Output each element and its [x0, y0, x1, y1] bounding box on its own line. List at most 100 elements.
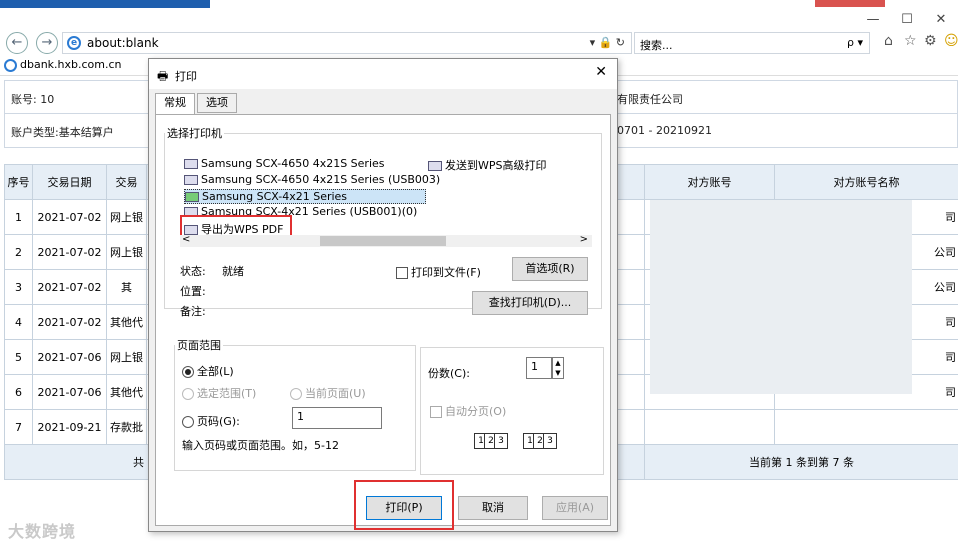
printer-item-selected[interactable]: Samsung SCX-4x21 Series [184, 189, 426, 204]
printer-icon [428, 161, 442, 171]
cell-type: 存款批 [106, 409, 147, 445]
scroll-left-icon[interactable]: < [182, 234, 190, 245]
cell-type: 网上银 [106, 339, 147, 375]
printer-list-scrollbar[interactable]: < > [180, 234, 592, 247]
cell-type: 其 [106, 269, 147, 305]
cell-date: 2021-07-06 [32, 339, 107, 375]
copies-stepper[interactable]: ▲ ▼ [552, 357, 564, 379]
collate-icon: 123 123 [474, 433, 557, 449]
printer-item[interactable]: Samsung SCX-4650 4x21S Series (USB003) [184, 173, 440, 186]
printer-icon: 🖶 [157, 69, 169, 83]
scroll-thumb[interactable] [320, 236, 446, 246]
footer-range: 当前第 1 条到第 7 条 [644, 444, 958, 480]
address-text: about:blank [87, 36, 159, 50]
header-counter-account: 对方账号 [644, 164, 775, 200]
cell-date: 2021-07-06 [32, 374, 107, 410]
company-name: 有限责任公司 [617, 93, 683, 106]
selection-radio[interactable]: 选定范围(T) [182, 385, 256, 401]
cell-counter-name [774, 409, 958, 445]
window-titlebar: — ☐ ✕ [0, 8, 958, 32]
header-type: 交易 [106, 164, 147, 200]
cell-no: 3 [4, 269, 33, 305]
tab-options[interactable]: 选项 [197, 93, 237, 113]
forward-button[interactable]: → [36, 32, 58, 54]
cell-type: 其他代 [106, 374, 147, 410]
address-bar[interactable]: e about:blank ▾ 🔒 ↻ [62, 32, 632, 54]
dialog-titlebar: 🖶 打印 ✕ [149, 59, 617, 89]
back-button[interactable]: ← [6, 32, 28, 54]
date-period: 0701 - 20210921 [617, 124, 712, 137]
copies-label: 份数(C): [428, 367, 470, 380]
cell-no: 6 [4, 374, 33, 410]
cell-date: 2021-07-02 [32, 234, 107, 270]
search-input[interactable]: 搜索... ρ ▾ [634, 32, 870, 54]
status-value: 就绪 [222, 265, 244, 278]
dialog-close-button[interactable]: ✕ [595, 64, 607, 80]
printer-item[interactable]: Samsung SCX-4650 4x21S Series [184, 157, 385, 170]
comment-label: 备注: [180, 305, 206, 318]
cell-counter-account [644, 409, 775, 445]
find-printer-button[interactable]: 查找打印机(D)... [472, 291, 588, 315]
top-strip-blue [0, 0, 210, 8]
header-counter-name: 对方账号名称 [774, 164, 958, 200]
header-no: 序号 [4, 164, 33, 200]
radio-icon [182, 366, 194, 378]
ie-icon: e [67, 36, 81, 50]
smile-icon[interactable]: ☺ [944, 33, 958, 49]
tab-general[interactable]: 常规 [155, 93, 195, 115]
search-go-icon[interactable]: ρ ▾ [847, 36, 863, 49]
default-printer-icon [185, 192, 199, 202]
address-controls[interactable]: ▾ 🔒 ↻ [590, 36, 625, 49]
highlight-box-wps-pdf [180, 215, 292, 237]
cell-type: 网上银 [106, 199, 147, 235]
cell-date: 2021-07-02 [32, 199, 107, 235]
top-strip-red [815, 0, 885, 7]
collate-checkbox[interactable]: 自动分页(O) [430, 403, 506, 419]
checkbox-icon [396, 267, 408, 279]
copies-input[interactable]: 1 [526, 357, 552, 379]
tab-label: dbank.hxb.com.cn [20, 58, 122, 71]
cell-no: 5 [4, 339, 33, 375]
cell-type: 网上银 [106, 234, 147, 270]
settings-icon[interactable]: ⚙ [924, 33, 937, 49]
maximize-button[interactable]: ☐ [892, 11, 922, 29]
cell-no: 2 [4, 234, 33, 270]
scroll-right-icon[interactable]: > [580, 234, 588, 245]
cell-no: 7 [4, 409, 33, 445]
close-window-button[interactable]: ✕ [926, 11, 956, 29]
pages-hint: 输入页码或页面范围。如，5-12 [182, 439, 339, 452]
account-type: 账户类型:基本结算户 [11, 126, 114, 139]
cell-no: 1 [4, 199, 33, 235]
pages-radio[interactable]: 页码(G): [182, 413, 240, 429]
cell-no: 4 [4, 304, 33, 340]
cancel-button[interactable]: 取消 [458, 496, 528, 520]
radio-icon [182, 388, 194, 400]
search-placeholder: 搜索... [640, 39, 673, 52]
minimize-button[interactable]: — [858, 11, 888, 29]
preferences-button[interactable]: 首选项(R) [512, 257, 588, 281]
printer-item[interactable]: 发送到WPS高级打印 [428, 157, 547, 173]
apply-button[interactable]: 应用(A) [542, 496, 608, 520]
print-dialog: 🖶 打印 ✕ 常规 选项 选择打印机 Samsung SCX-4650 4x21… [148, 58, 618, 532]
browser-tab[interactable]: dbank.hxb.com.cn [4, 58, 122, 76]
all-radio[interactable]: 全部(L) [182, 363, 234, 379]
select-printer-label: 选择打印机 [165, 125, 224, 141]
radio-icon [182, 416, 194, 428]
favorites-icon[interactable]: ☆ [904, 33, 917, 49]
current-page-radio[interactable]: 当前页面(U) [290, 385, 366, 401]
tab-ie-icon [4, 58, 17, 72]
printer-icon [184, 159, 198, 169]
navigation-bar: ← → e about:blank ▾ 🔒 ↻ 搜索... ρ ▾ ⌂ ☆ ⚙ … [0, 30, 958, 58]
print-button[interactable]: 打印(P) [366, 496, 442, 520]
dialog-title: 打印 [175, 70, 197, 83]
cell-date: 2021-07-02 [32, 269, 107, 305]
cell-type: 其他代 [106, 304, 147, 340]
home-icon[interactable]: ⌂ [884, 33, 893, 49]
status-label: 状态: [180, 265, 206, 278]
print-to-file-checkbox[interactable]: 打印到文件(F) [396, 264, 481, 280]
location-label: 位置: [180, 285, 206, 298]
watermark-logo: 大数跨境 [8, 522, 77, 541]
general-panel: 选择打印机 Samsung SCX-4650 4x21S Series Sams… [155, 114, 611, 530]
pages-input[interactable]: 1 [292, 407, 382, 429]
header-date: 交易日期 [32, 164, 107, 200]
